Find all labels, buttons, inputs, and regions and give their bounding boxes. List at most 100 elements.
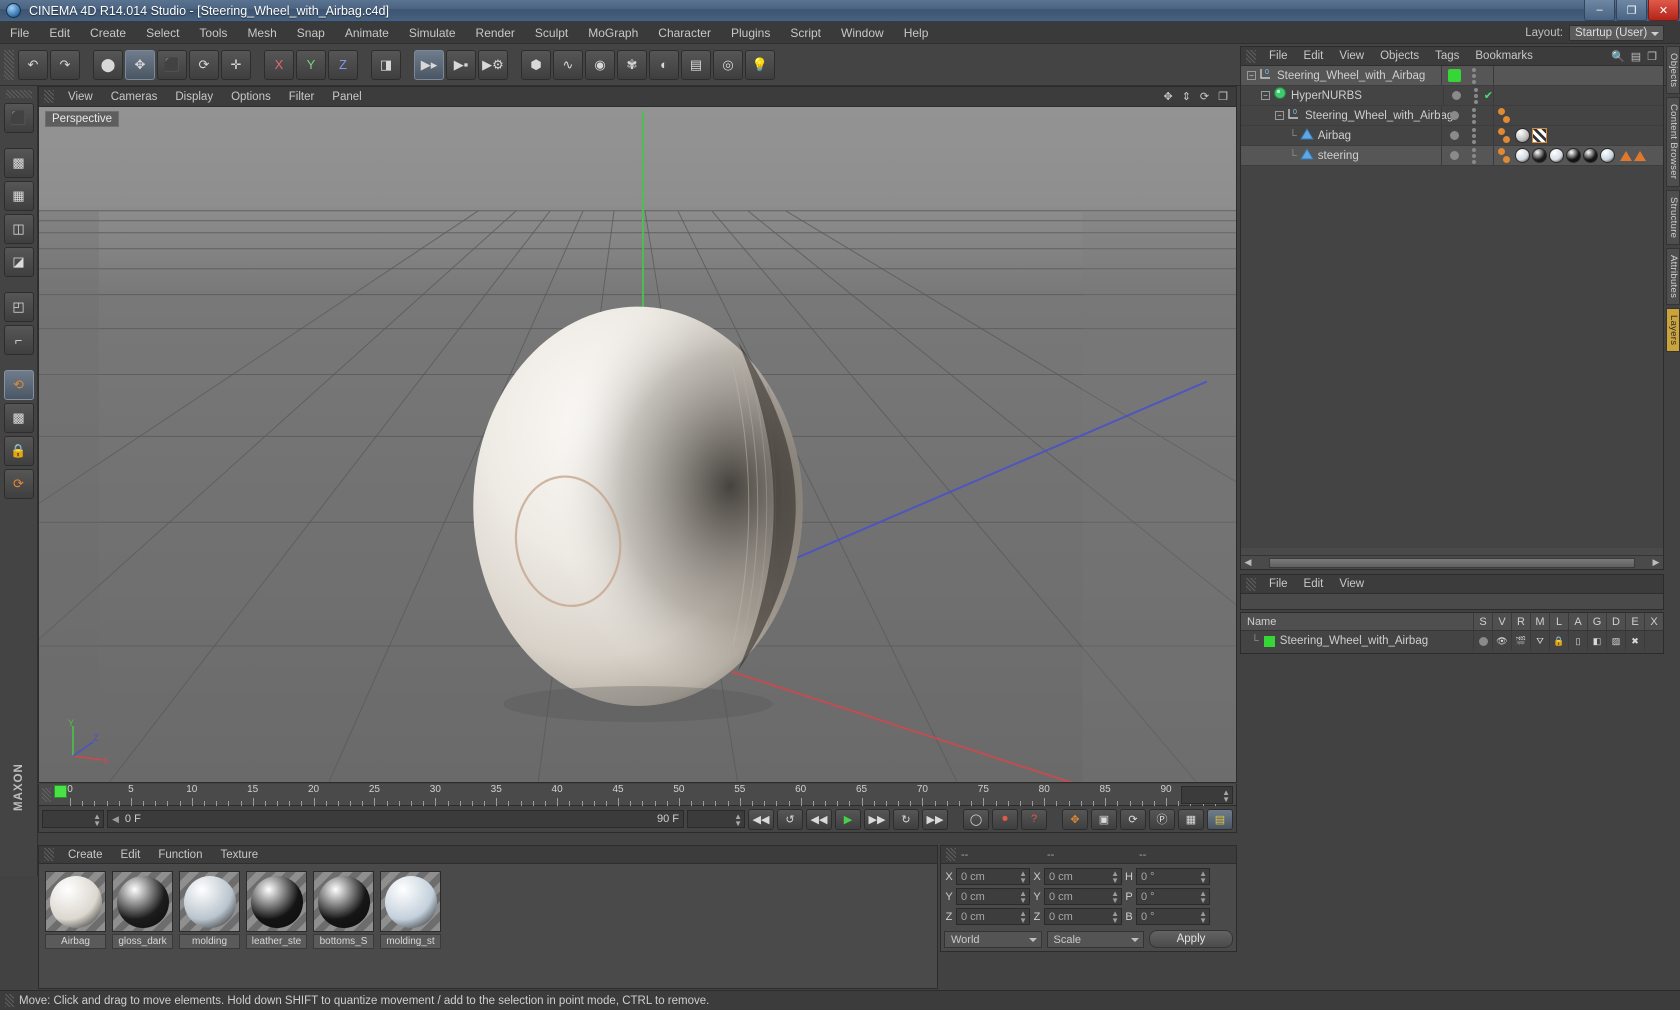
play-button[interactable]: ▶ <box>835 808 861 830</box>
material-item[interactable]: bottoms_S <box>313 871 374 949</box>
spinner-icon[interactable]: ▲ ▼ <box>1111 910 1119 925</box>
tag-dot-icon[interactable] <box>1503 156 1510 163</box>
vertical-tab-structure[interactable]: Structure <box>1666 189 1680 245</box>
material-tag-icon[interactable] <box>1600 148 1615 163</box>
coord-field-size-x[interactable]: 0 cm ▲ ▼ <box>1044 868 1122 885</box>
undo-button[interactable]: ↶ <box>18 49 48 80</box>
material-name[interactable]: molding_st <box>380 934 441 949</box>
material-thumbnail[interactable] <box>45 871 106 932</box>
render-settings-button[interactable]: ▶⚙ <box>478 49 508 80</box>
go-to-next-key-button[interactable]: ↻ <box>893 808 919 830</box>
attribute-manager-grip[interactable] <box>1246 577 1256 591</box>
selection-tag-icon[interactable] <box>1634 150 1646 161</box>
selection-tag-icon[interactable] <box>1620 150 1632 161</box>
object-tree[interactable]: −0 Steering_Wheel_with_Airbag − HyperNURBS ✔… <box>1241 66 1663 548</box>
viewport-menu-panel[interactable]: Panel <box>323 87 370 107</box>
timeline-grip[interactable] <box>42 787 51 802</box>
material-item[interactable]: gloss_dark <box>112 871 173 949</box>
layer-cell-s[interactable] <box>1473 631 1492 651</box>
vertical-tab-layers[interactable]: Layers <box>1666 307 1680 353</box>
search-icon[interactable]: 🔍 <box>1611 50 1625 63</box>
material-thumbnail[interactable] <box>313 871 374 932</box>
object-row[interactable]: − 0 Steering_Wheel_with_Airbag <box>1241 106 1663 126</box>
coord-field-position-y[interactable]: 0 cm ▲ ▼ <box>956 888 1030 905</box>
tag-dot-group[interactable] <box>1498 108 1510 123</box>
material-thumbnail[interactable] <box>246 871 307 932</box>
menu-item-render[interactable]: Render <box>466 22 525 44</box>
add-modeling-object-button[interactable]: ✾ <box>617 49 647 80</box>
move-scale-rotate-button[interactable]: ✛ <box>221 49 251 80</box>
render-region-button[interactable]: ▶▪ <box>446 49 476 80</box>
attribute-menu-view[interactable]: View <box>1331 575 1372 594</box>
viewport-solo-button[interactable]: ▩ <box>3 403 34 433</box>
menu-item-window[interactable]: Window <box>831 22 894 44</box>
layer-cell-g[interactable]: ◧ <box>1587 631 1606 651</box>
object-row[interactable]: └ Airbag <box>1241 126 1663 146</box>
vertical-tab-objects[interactable]: Objects <box>1666 46 1680 95</box>
object-menu-bookmarks[interactable]: Bookmarks <box>1467 47 1541 66</box>
material-tag-icon[interactable] <box>1532 148 1547 163</box>
material-menu-create[interactable]: Create <box>59 846 112 864</box>
enable-dots-icon[interactable] <box>1469 86 1483 105</box>
material-name[interactable]: Airbag <box>45 934 106 949</box>
material-name[interactable]: molding <box>179 934 240 949</box>
lock-workplane-button[interactable]: 🔒 <box>3 436 34 466</box>
coord-field-rotation-p[interactable]: 0 ° ▲ ▼ <box>1136 888 1210 905</box>
enable-dots-icon[interactable] <box>1467 146 1481 165</box>
end-frame-field[interactable]: ▲ ▼ <box>687 810 745 828</box>
coord-field-rotation-h[interactable]: 0 ° ▲ ▼ <box>1136 868 1210 885</box>
menu-item-animate[interactable]: Animate <box>335 22 399 44</box>
layer-column-r[interactable]: R <box>1511 613 1530 630</box>
layer-cell-r[interactable]: 🎬 <box>1511 631 1530 651</box>
material-name[interactable]: gloss_dark <box>112 934 173 949</box>
add-cube-object-button[interactable]: ⬢ <box>521 49 551 80</box>
menu-item-character[interactable]: Character <box>648 22 721 44</box>
maximize-button[interactable]: ❐ <box>1616 0 1647 21</box>
minimize-button[interactable]: – <box>1584 0 1615 21</box>
lock-y-axis-button[interactable]: Y <box>296 49 326 80</box>
material-name[interactable]: bottoms_S <box>313 934 374 949</box>
visibility-dot-icon[interactable] <box>1450 151 1459 160</box>
enable-axis-button[interactable]: ⟲ <box>3 370 34 400</box>
tag-dot-group[interactable] <box>1498 128 1510 143</box>
coord-field-size-y[interactable]: 0 cm ▲ ▼ <box>1044 888 1122 905</box>
material-thumbnail[interactable] <box>112 871 173 932</box>
spinner-icon[interactable]: ▲ ▼ <box>1111 870 1119 885</box>
viewport-menu-view[interactable]: View <box>59 87 102 107</box>
tag-dot-icon[interactable] <box>1498 108 1505 115</box>
layer-column-a[interactable]: A <box>1568 613 1587 630</box>
material-tag-icon[interactable] <box>1566 148 1581 163</box>
coord-field-position-z[interactable]: 0 cm ▲ ▼ <box>956 908 1030 925</box>
visibility-dot-icon[interactable] <box>1451 91 1461 100</box>
viewport-menu-options[interactable]: Options <box>222 87 280 107</box>
step-forward-button[interactable]: ▶▶ <box>864 808 890 830</box>
object-menu-view[interactable]: View <box>1331 47 1372 66</box>
viewport-menu-grip[interactable] <box>44 90 54 103</box>
tag-dot-group[interactable] <box>1498 148 1510 163</box>
visibility-dot-icon[interactable] <box>1450 131 1459 140</box>
coord-field-rotation-b[interactable]: 0 ° ▲ ▼ <box>1136 908 1210 925</box>
move-tool-button[interactable]: ✥ <box>125 49 155 80</box>
points-mode-button[interactable]: ▦ <box>3 181 34 211</box>
live-selection-button[interactable]: ⬤ <box>93 49 123 80</box>
layer-row[interactable]: └ Steering_Wheel_with_Airbag 👁 🎬 ⛛ 🔒 ▯ ◧ ▨ ✖ <box>1241 631 1663 651</box>
object-row[interactable]: − 0 Steering_Wheel_with_Airbag <box>1241 66 1663 86</box>
enable-dots-icon[interactable] <box>1467 66 1481 85</box>
viewport-menu-filter[interactable]: Filter <box>280 87 324 107</box>
layer-column-g[interactable]: G <box>1587 613 1606 630</box>
material-tag-icon[interactable] <box>1515 148 1530 163</box>
expand-toggle-icon[interactable]: − <box>1261 91 1270 100</box>
menu-item-file[interactable]: File <box>0 22 39 44</box>
layer-cell-l[interactable]: 🔒 <box>1549 631 1568 651</box>
layout-select[interactable]: Startup (User) <box>1569 24 1664 41</box>
spinner-icon[interactable]: ▲ ▼ <box>1199 910 1207 925</box>
keyframe-selection-button[interactable]: ? <box>1021 808 1047 830</box>
timeline-track[interactable]: 0 5 10 15 20 25 30 35 40 45 50 55 60 65 70 75 80 85 90 <box>54 784 1216 806</box>
rotate-icon[interactable]: ⟳ <box>1200 90 1209 103</box>
close-button[interactable]: ✕ <box>1648 0 1679 21</box>
spinner-icon[interactable]: ▲ ▼ <box>1199 870 1207 885</box>
visibility-dot-cell[interactable] <box>1441 126 1467 145</box>
viewport-perspective[interactable]: View Cameras Display Options Filter Panel ✥ ⇕… <box>38 86 1237 783</box>
snap-button[interactable]: ⟳ <box>3 469 34 499</box>
visibility-dot-icon[interactable] <box>1448 69 1461 82</box>
